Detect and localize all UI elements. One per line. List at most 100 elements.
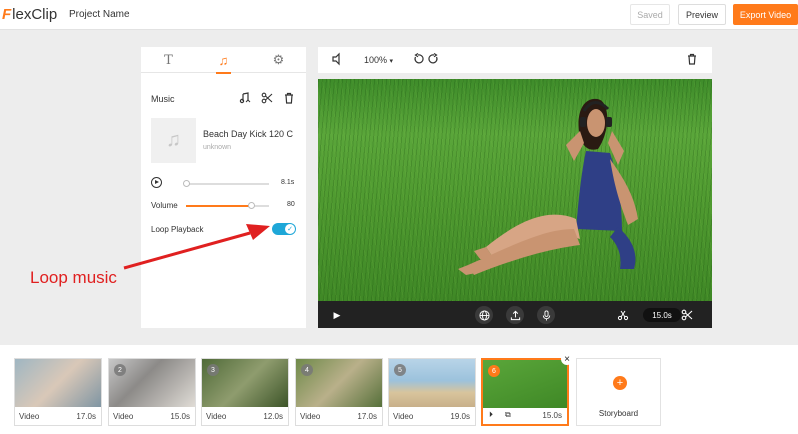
gear-icon: ⚙: [272, 52, 285, 67]
storyboard-add-button[interactable]: + Storyboard: [576, 358, 661, 426]
check-icon: ✓: [285, 224, 295, 234]
export-video-button[interactable]: Export Video: [733, 4, 798, 25]
replace-music-button[interactable]: [239, 92, 251, 104]
scissors-icon: [261, 92, 273, 104]
logo-text: lexClip: [12, 5, 58, 23]
loop-playback-toggle[interactable]: ✓: [272, 223, 296, 235]
clip-duration: 17.0s: [357, 412, 377, 421]
clip-number: 2: [114, 364, 126, 376]
zoom-select[interactable]: 100% ▾: [364, 55, 393, 65]
clip-type: Video: [113, 412, 134, 421]
timeline-clip[interactable]: Video 17.0s: [14, 358, 102, 426]
clip-number: 4: [301, 364, 313, 376]
volume-slider[interactable]: [186, 202, 269, 209]
clip-number: 5: [394, 364, 406, 376]
woman-with-headphones-image: [458, 98, 638, 275]
video-controls: ▶ 15.0s: [318, 301, 712, 328]
trash-icon: [285, 92, 293, 104]
speaker-icon: [332, 52, 340, 66]
top-bar: F lexClip Project Name Saved Preview Exp…: [0, 0, 798, 30]
clip-duration: 15.0s: [542, 411, 562, 420]
track-name: Beach Day Kick 120 C: [203, 129, 294, 139]
tab-music[interactable]: ♫: [196, 47, 251, 74]
scene-duration[interactable]: 15.0s: [643, 308, 681, 322]
upload-button[interactable]: [506, 306, 524, 324]
music-note-icon: ♫: [218, 52, 229, 68]
tab-settings[interactable]: ⚙: [251, 47, 306, 73]
volume-button[interactable]: [331, 52, 345, 68]
volume-value: 80: [287, 201, 295, 208]
trim-music-button[interactable]: [261, 92, 273, 104]
globe-icon: [478, 309, 490, 321]
duplicate-icon: ⧉: [505, 410, 511, 419]
music-panel: T ♫ ⚙ Music ♫ Beach Day Kick 120 C unkno…: [141, 47, 306, 328]
music-tools: [239, 92, 295, 104]
microphone-icon: [542, 309, 550, 321]
music-duration: 8.1s: [281, 179, 295, 186]
volume-knob[interactable]: [248, 202, 256, 209]
annotation-label: Loop music: [30, 268, 117, 287]
timeline-clip[interactable]: 5 Video 19.0s: [388, 358, 476, 426]
clip-duration: 17.0s: [76, 412, 96, 421]
redo-icon: [428, 52, 438, 64]
music-progress-slider[interactable]: [183, 180, 269, 187]
globe-button[interactable]: [475, 306, 493, 324]
clip-number: 3: [207, 364, 219, 376]
storyboard-label: Storyboard: [598, 409, 639, 418]
clip-duration: 15.0s: [170, 412, 190, 421]
music-note-icon: ♫: [166, 129, 181, 151]
track-artist: unknown: [203, 144, 232, 151]
delete-scene-button[interactable]: [686, 53, 698, 67]
zoom-value: 100%: [364, 55, 388, 65]
preview-button[interactable]: Preview: [678, 4, 726, 25]
clip-type: Video: [393, 412, 414, 421]
loop-playback-label: Loop Playback: [151, 225, 204, 234]
video-toolbar: 100% ▾: [318, 47, 712, 73]
saved-status: Saved: [630, 4, 670, 25]
volume-fill: [186, 205, 253, 207]
timeline-clip-selected[interactable]: 6 ⏵ ⧉ 15.0s ×: [481, 353, 573, 426]
plus-icon: +: [613, 376, 627, 390]
redo-button[interactable]: [428, 52, 440, 67]
record-voice-button[interactable]: [537, 306, 555, 324]
progress-knob[interactable]: [183, 180, 190, 187]
upload-icon: [510, 310, 520, 320]
play-music-button[interactable]: [151, 177, 162, 188]
panel-tabs: T ♫ ⚙: [141, 47, 306, 74]
play-icon: ⏵: [489, 410, 493, 419]
text-icon: T: [164, 52, 173, 68]
project-name[interactable]: Project Name: [69, 9, 130, 20]
volume-label: Volume: [151, 201, 178, 210]
music-section-title: Music: [151, 94, 175, 104]
play-video-button[interactable]: ▶: [328, 306, 346, 324]
play-clip-button[interactable]: ⏵: [489, 410, 493, 420]
undo-button[interactable]: [412, 52, 424, 67]
clip-type: Video: [206, 412, 227, 421]
clip-type: Video: [300, 412, 321, 421]
clip-thumbnail: [15, 359, 101, 407]
video-preview[interactable]: [318, 79, 712, 301]
storyboard-timeline: Video 17.0s 2 Video 15.0s 3 Video 12.0s …: [0, 345, 798, 434]
clip-number: 6: [488, 365, 500, 377]
clip-type: Video: [19, 412, 40, 421]
delete-music-button[interactable]: [283, 92, 295, 104]
chevron-down-icon: ▾: [389, 58, 394, 65]
split-icon: [617, 310, 629, 321]
tab-text[interactable]: T: [141, 47, 196, 73]
music-replace-icon: [239, 92, 251, 104]
close-icon[interactable]: ×: [561, 353, 573, 365]
scissors-icon: [681, 309, 693, 321]
duplicate-clip-button[interactable]: ⧉: [505, 410, 511, 420]
play-icon: ▶: [333, 309, 341, 320]
clip-duration: 19.0s: [450, 412, 470, 421]
flexclip-logo[interactable]: F lexClip: [2, 4, 57, 24]
logo-mark: F: [2, 5, 12, 23]
trash-icon: [688, 53, 696, 65]
music-thumbnail: ♫: [151, 118, 196, 163]
timeline-clip[interactable]: 4 Video 17.0s: [295, 358, 383, 426]
timeline-clip[interactable]: 2 Video 15.0s: [108, 358, 196, 426]
trim-button[interactable]: [678, 306, 696, 324]
undo-icon: [414, 52, 424, 64]
split-button[interactable]: [614, 306, 632, 324]
timeline-clip[interactable]: 3 Video 12.0s: [201, 358, 289, 426]
